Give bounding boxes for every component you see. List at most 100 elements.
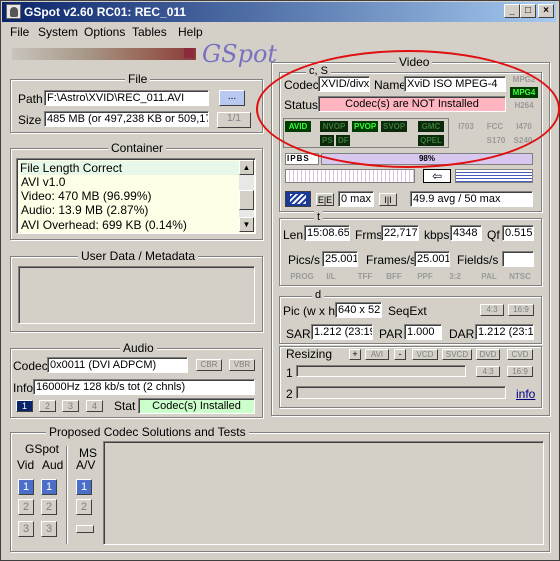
user-data-box: [18, 266, 255, 324]
menu-file[interactable]: File: [10, 25, 29, 39]
audio-stream-3-button[interactable]: 3: [62, 400, 79, 412]
path-field[interactable]: F:\Astro\XVID\REC_011.AVI: [44, 90, 209, 106]
resize-ar-16-9-flag: 16:9: [507, 366, 533, 377]
av-column-label: A/V: [76, 458, 96, 472]
vid-column-label: Vid: [17, 458, 35, 472]
pic-size-field[interactable]: 640 x 52: [335, 302, 382, 318]
frame-type-s: S: [303, 154, 310, 163]
gspot-vid-2-button[interactable]: 2: [18, 499, 34, 515]
scroll-down-icon[interactable]: ▼: [239, 217, 254, 232]
ar-16-9-flag: 16:9: [508, 304, 534, 316]
gmc-flag: GMC: [418, 121, 444, 132]
audio-stream-2-button[interactable]: 2: [39, 400, 56, 412]
df-flag: DF: [336, 135, 350, 146]
bitrate-slider-icon[interactable]: ⇦: [423, 169, 451, 183]
par-field[interactable]: 1.000: [404, 324, 442, 340]
resize-avi-button[interactable]: AVI: [365, 349, 389, 360]
bitrate-avg-field: 49.9 avg / 50 max: [410, 191, 533, 207]
resize-row-1-field: [296, 365, 466, 377]
size-label: Size: [18, 113, 42, 127]
avid-flag: AVID: [285, 121, 311, 132]
list-item[interactable]: Audio: 13.9 MB (2.87%): [21, 203, 148, 217]
fields-field[interactable]: [502, 251, 534, 267]
svop-flag: SVOP: [381, 121, 407, 132]
info-link[interactable]: info: [516, 387, 535, 401]
menu-tables[interactable]: Tables: [132, 25, 167, 39]
frms-field[interactable]: 22,717: [381, 225, 419, 241]
maximize-button[interactable]: □: [520, 4, 536, 18]
video-name-field[interactable]: XviD ISO MPEG-4: [404, 76, 506, 92]
gspot-aud-1-button[interactable]: 1: [41, 479, 57, 495]
scroll-thumb[interactable]: [239, 190, 254, 210]
i703-flag: I703: [458, 122, 474, 131]
aud-column-label: Aud: [42, 458, 64, 472]
list-item[interactable]: File Length Correct: [20, 161, 244, 175]
pic-size-label: Pic (w x h): [283, 304, 340, 318]
s170-flag: S170: [486, 136, 506, 145]
path-label: Path: [18, 92, 43, 106]
sar-label: SAR: [286, 327, 311, 341]
resize-vcd-button[interactable]: VCD: [412, 349, 438, 360]
qf-field[interactable]: 0.515: [502, 225, 534, 241]
i470-flag: I470: [516, 122, 532, 131]
gspot-aud-2-button[interactable]: 2: [41, 499, 57, 515]
ms-av-2-button[interactable]: 2: [76, 499, 92, 515]
audio-stat-field: Codec(s) Installed: [138, 398, 255, 414]
tff-flag: TFF: [357, 272, 373, 281]
frame-pct-bar: 98%: [321, 153, 533, 165]
container-listbox[interactable]: File Length Correct AVI v1.0 Video: 470 …: [16, 158, 256, 234]
size-field[interactable]: 485 MB (or 497,238 KB or 509,17: [44, 111, 209, 127]
video-codec-field[interactable]: XVID/divx: [318, 76, 370, 92]
s240-flag: S240: [513, 136, 533, 145]
seqext-label: SeqExt: [388, 304, 427, 318]
gspot-vid-1-button[interactable]: 1: [18, 479, 34, 495]
resize-dvd-button[interactable]: DVD: [476, 349, 500, 360]
mpg2-flag: MPG2: [512, 75, 536, 84]
scroll-up-icon[interactable]: ▲: [239, 160, 254, 175]
resize-svcd-button[interactable]: SVCD: [442, 349, 472, 360]
dar-field[interactable]: 1.212 (23:1: [475, 324, 534, 340]
pal-flag: PAL: [481, 272, 497, 281]
frames-field[interactable]: 25.001: [414, 251, 450, 267]
qpel-flag: QPEL: [418, 135, 444, 146]
menu-options[interactable]: Options: [84, 25, 125, 39]
list-item[interactable]: AVI v1.0: [21, 175, 65, 189]
qf-label: Qf: [487, 228, 500, 242]
sar-field[interactable]: 1.212 (23:19: [311, 324, 373, 340]
ms-av-1-button[interactable]: 1: [76, 479, 92, 495]
title-bar[interactable]: GSpot v2.60 RC01: REC_011 _ □ ×: [2, 2, 556, 22]
pics-label: Pics/s: [288, 253, 321, 267]
gspot-app-icon[interactable]: [6, 4, 21, 19]
user-data-title: User Data / Metadata: [78, 249, 199, 263]
bitrate-avg-icon[interactable]: I|I: [379, 193, 397, 206]
audio-stream-1-button[interactable]: 1: [16, 400, 33, 412]
audio-info-field[interactable]: 16000Hz 128 kb/s tot (2 chnls): [33, 379, 255, 395]
audio-cbr-flag: CBR: [196, 359, 222, 371]
ms-av-blank-button[interactable]: [76, 525, 94, 533]
list-item[interactable]: AVI Overhead: 699 KB (0.14%): [21, 218, 187, 232]
gspot-vid-3-button[interactable]: 3: [18, 521, 34, 537]
menu-system[interactable]: System: [38, 25, 78, 39]
kbps-field[interactable]: 4348: [450, 225, 482, 241]
resize-cvd-button[interactable]: CVD: [507, 349, 533, 360]
minimize-button[interactable]: _: [504, 4, 520, 18]
resize-minus-button[interactable]: -: [394, 349, 406, 360]
container-scrollbar[interactable]: ▲ ▼: [239, 160, 254, 232]
video-name-label: Name: [374, 78, 407, 92]
pics-field[interactable]: 25.001: [322, 251, 358, 267]
list-item[interactable]: Video: 470 MB (96.99%): [21, 189, 152, 203]
page-indicator-button[interactable]: 1/1: [217, 112, 251, 128]
close-button[interactable]: ×: [538, 4, 554, 18]
frames-label: Frames/s: [366, 253, 417, 267]
menu-help[interactable]: Help: [178, 25, 203, 39]
mpg4-flag: MPG4: [510, 87, 538, 98]
frame-pct-value: 98%: [418, 154, 435, 163]
audio-codec-field[interactable]: 0x0011 (DVI ADPCM): [47, 357, 188, 373]
audio-stream-4-button[interactable]: 4: [86, 400, 103, 412]
len-field[interactable]: 15:08.65: [304, 225, 350, 241]
fcc-flag: FCC: [486, 122, 504, 131]
bitrate-range-icon[interactable]: E|E: [316, 193, 334, 206]
gspot-aud-3-button[interactable]: 3: [41, 521, 57, 537]
browse-button[interactable]: ...: [219, 90, 245, 106]
resize-plus-button[interactable]: +: [349, 349, 361, 360]
